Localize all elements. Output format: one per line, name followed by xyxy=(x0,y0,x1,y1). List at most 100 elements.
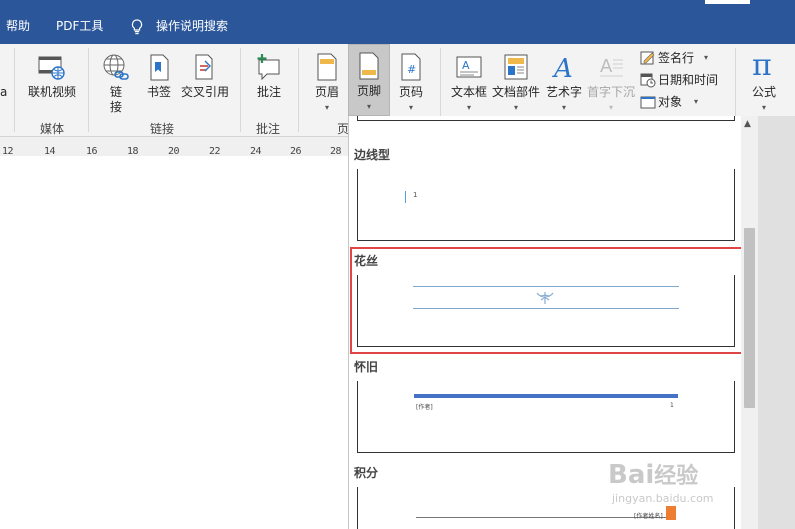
date-time-button[interactable]: 日期和时间 xyxy=(640,70,730,90)
svg-text:#: # xyxy=(407,63,416,76)
page-number-icon: # xyxy=(398,52,424,86)
scrollbar-thumb[interactable] xyxy=(744,228,755,408)
equation-button[interactable]: π 公式 ▾ xyxy=(744,46,784,114)
chevron-down-icon: ▾ xyxy=(466,103,471,112)
date-time-label: 日期和时间 xyxy=(658,73,719,87)
quick-parts-icon xyxy=(501,52,531,86)
calendar-clock-icon xyxy=(640,72,656,94)
selection-highlight xyxy=(350,247,746,354)
window-control[interactable] xyxy=(705,0,750,4)
chevron-down-icon: ▾ xyxy=(366,102,371,111)
baidu-watermark: Bai经验 xyxy=(608,458,698,490)
bookmark-icon xyxy=(146,52,172,86)
video-icon xyxy=(37,52,67,86)
integral-page-block xyxy=(666,506,676,520)
group-separator xyxy=(14,48,15,132)
chevron-down-icon: ▾ xyxy=(408,103,413,112)
text-box-button[interactable]: A 文本框 ▾ xyxy=(449,46,489,114)
document-page[interactable] xyxy=(0,167,348,529)
signature-label: 签名行 xyxy=(658,51,695,65)
group-separator xyxy=(298,48,299,132)
ruler-strip xyxy=(0,156,348,167)
chevron-down-icon: ▾ xyxy=(761,103,766,112)
drop-cap-button: A 首字下沉 ▾ xyxy=(585,46,637,114)
footer-button[interactable]: 页脚 ▾ xyxy=(348,44,390,116)
link-globe-icon xyxy=(101,52,131,86)
signature-line-button[interactable]: 签名行 ▾ xyxy=(640,48,730,68)
quick-parts-button[interactable]: 文档部件 ▾ xyxy=(491,46,541,114)
footer-option-retro[interactable]: [作者] 1 xyxy=(357,381,735,453)
retro-author: [作者] xyxy=(416,404,433,411)
new-comment-button[interactable]: 批注 xyxy=(250,46,288,106)
wordart-button[interactable]: A 艺术字 ▾ xyxy=(545,46,583,114)
chevron-down-icon: ▾ xyxy=(704,53,709,62)
watermark-cn: 经验 xyxy=(654,464,699,489)
lightbulb-icon xyxy=(131,19,143,38)
bookmark-button[interactable]: 书签 xyxy=(142,46,176,106)
text-box-icon: A xyxy=(454,52,484,86)
word-window: 帮助 PDF工具 操作说明搜索 a 联机视频 媒体 链 接 书签 交叉引用 链接… xyxy=(0,0,795,529)
object-button[interactable]: 对象 ▾ xyxy=(640,92,730,112)
page-number-label: 页码 xyxy=(398,85,423,99)
retro-bar xyxy=(414,394,678,398)
watermark-text: Bai xyxy=(608,460,655,490)
link-button[interactable]: 链 接 xyxy=(96,46,136,114)
pi-icon: π xyxy=(749,48,779,84)
sideline-bar xyxy=(405,191,406,203)
svg-text:π: π xyxy=(752,48,772,80)
header-label: 页眉 xyxy=(314,85,339,99)
retro-page-number: 1 xyxy=(670,402,674,409)
page-number-button[interactable]: # 页码 ▾ xyxy=(394,46,428,114)
chevron-down-icon: ▾ xyxy=(694,97,699,106)
drop-cap-label: 首字下沉 xyxy=(586,85,635,99)
header-button[interactable]: 页眉 ▾ xyxy=(308,46,346,114)
group-label-comments: 批注 xyxy=(256,122,281,136)
quick-parts-label: 文档部件 xyxy=(491,85,540,99)
wordart-icon: A xyxy=(549,52,579,86)
text-box-label: 文本框 xyxy=(450,85,487,99)
cross-reference-button[interactable]: 交叉引用 xyxy=(178,46,232,106)
gallery-section-title: 怀旧 xyxy=(354,360,379,374)
svg-text:A: A xyxy=(552,54,573,82)
object-label: 对象 xyxy=(658,95,683,109)
cross-reference-icon xyxy=(190,52,220,86)
link-label: 链 接 xyxy=(109,85,122,114)
comment-label: 批注 xyxy=(256,85,281,99)
group-separator xyxy=(240,48,241,132)
integral-author: [作者姓名] xyxy=(634,513,663,520)
group-label-media: 媒体 xyxy=(40,122,65,136)
wordart-label: 艺术字 xyxy=(545,85,582,99)
svg-text:A: A xyxy=(462,59,470,72)
header-icon xyxy=(314,52,340,86)
watermark-url: jingyan.baidu.com xyxy=(612,492,714,505)
cross-reference-label: 交叉引用 xyxy=(180,85,229,99)
chevron-down-icon: ▾ xyxy=(608,103,613,112)
online-video-button[interactable]: 联机视频 xyxy=(26,46,78,106)
integral-line xyxy=(416,517,666,518)
gallery-section-title: 边线型 xyxy=(354,148,391,162)
chevron-down-icon: ▾ xyxy=(561,103,566,112)
footer-option-sideline[interactable]: 1 xyxy=(357,169,735,241)
tell-me-search[interactable]: 操作说明搜索 xyxy=(156,19,228,33)
sideline-page-number: 1 xyxy=(413,191,418,199)
signature-icon xyxy=(640,50,656,72)
partial-label: a xyxy=(0,85,8,99)
footer-preview-previous[interactable] xyxy=(357,116,735,121)
object-icon xyxy=(640,94,656,116)
svg-text:A: A xyxy=(600,56,613,77)
footer-label: 页脚 xyxy=(356,84,381,98)
bookmark-label: 书签 xyxy=(146,85,171,99)
scroll-up-arrow-icon[interactable]: ▲ xyxy=(744,119,751,129)
group-label-links: 链接 xyxy=(150,122,175,136)
gallery-section-title: 积分 xyxy=(354,466,379,480)
chevron-down-icon: ▾ xyxy=(324,103,329,112)
group-separator xyxy=(88,48,89,132)
chevron-down-icon: ▾ xyxy=(513,103,518,112)
menu-pdf-tools[interactable]: PDF工具 xyxy=(56,19,103,33)
comment-plus-icon xyxy=(254,52,284,86)
gallery-scrollbar[interactable]: ▲ xyxy=(741,116,758,529)
menu-help[interactable]: 帮助 xyxy=(6,19,30,33)
online-video-label: 联机视频 xyxy=(27,85,76,99)
menu-bar: 帮助 PDF工具 操作说明搜索 xyxy=(0,0,795,44)
document-background xyxy=(758,116,795,529)
